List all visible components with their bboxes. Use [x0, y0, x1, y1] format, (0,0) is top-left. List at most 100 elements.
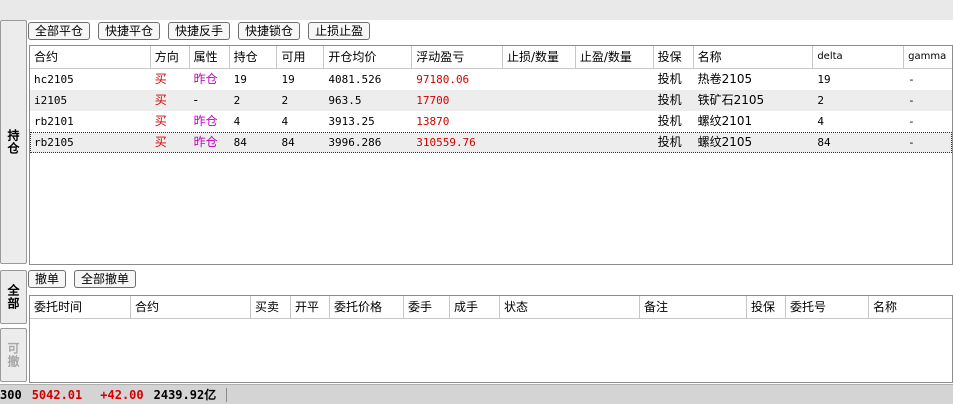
- cell-delta: 84: [817, 136, 831, 149]
- col-avg-price[interactable]: 开仓均价: [324, 46, 413, 68]
- table-row-selected[interactable]: rb2105 买 昨仓 84 84 3996.286 310559.76 投机 …: [30, 132, 952, 153]
- cell-name: 铁矿石2105: [697, 93, 765, 107]
- cell-stop-loss: [503, 90, 576, 111]
- order-table-header: 委托时间 合约 买卖 开平 委托价格 委手 成手 状态 备注 投保 委托号 名称: [30, 296, 952, 319]
- col-order-price[interactable]: 委托价格: [330, 296, 404, 318]
- cell-name: 螺纹2101: [697, 114, 753, 128]
- cell-contract: rb2105: [34, 136, 74, 149]
- cell-direction: 买: [154, 72, 167, 86]
- col-name[interactable]: 名称: [694, 46, 814, 68]
- col-order-lots[interactable]: 委手: [404, 296, 450, 318]
- tab-cancelable-orders[interactable]: 可撤: [0, 328, 27, 382]
- cell-delta: 2: [817, 94, 824, 107]
- cell-pnl: 17700: [416, 94, 450, 107]
- cell-gamma: -: [908, 115, 915, 128]
- col-name[interactable]: 名称: [869, 296, 952, 318]
- col-status[interactable]: 状态: [500, 296, 640, 318]
- cell-position: 4: [233, 115, 241, 128]
- cell-gamma: -: [908, 73, 915, 86]
- position-table-header: 合约 方向 属性 持仓 可用 开仓均价 浮动盈亏 止损/数量 止盈/数量 投保 …: [30, 46, 952, 69]
- col-contract[interactable]: 合约: [30, 46, 151, 68]
- cell-attr: 昨仓: [193, 135, 218, 149]
- col-hedge[interactable]: 投保: [747, 296, 786, 318]
- cell-hedge: 投机: [657, 72, 682, 86]
- cell-attr: -: [193, 93, 198, 107]
- col-position[interactable]: 持仓: [230, 46, 278, 68]
- col-filled-lots[interactable]: 成手: [450, 296, 500, 318]
- tab-positions[interactable]: 持仓: [0, 20, 27, 264]
- cell-available: 2: [281, 94, 289, 107]
- cell-delta: 19: [817, 73, 831, 86]
- cell-attr: 昨仓: [193, 72, 218, 86]
- trading-panel: 持仓 全部 可撤 全部平仓 快捷平仓 快捷反手 快捷锁仓 止损止盈 合约 方向 …: [0, 0, 953, 404]
- cell-gamma: -: [908, 136, 915, 149]
- col-contract[interactable]: 合约: [131, 296, 251, 318]
- index-price: 5042.01: [31, 387, 83, 402]
- col-attr[interactable]: 属性: [190, 46, 230, 68]
- cell-available: 19: [281, 73, 295, 86]
- cell-direction: 买: [154, 93, 167, 107]
- cell-position: 84: [233, 136, 247, 149]
- col-buy-sell[interactable]: 买卖: [251, 296, 291, 318]
- col-take-profit[interactable]: 止盈/数量: [576, 46, 654, 68]
- position-table: 合约 方向 属性 持仓 可用 开仓均价 浮动盈亏 止损/数量 止盈/数量 投保 …: [29, 45, 953, 265]
- cell-take-profit: [576, 90, 654, 111]
- cell-avg-price: 963.5: [328, 94, 362, 107]
- stop-loss-profit-button[interactable]: 止损止盈: [308, 22, 371, 40]
- cell-stop-loss: [503, 69, 576, 90]
- cell-take-profit: [576, 69, 654, 90]
- tab-all-orders[interactable]: 全部: [0, 270, 27, 324]
- quick-lock-button[interactable]: 快捷锁仓: [238, 22, 301, 40]
- quick-close-button[interactable]: 快捷平仓: [98, 22, 161, 40]
- col-remark[interactable]: 备注: [640, 296, 747, 318]
- cell-delta: 4: [817, 115, 824, 128]
- col-gamma[interactable]: gamma: [904, 46, 952, 68]
- cell-contract: rb2101: [34, 115, 74, 128]
- cell-hedge: 投机: [657, 135, 682, 149]
- col-delta[interactable]: delta: [813, 46, 905, 68]
- cell-name: 热卷2105: [697, 72, 753, 86]
- col-open-close[interactable]: 开平: [291, 296, 330, 318]
- table-row[interactable]: hc2105 买 昨仓 19 19 4081.526 97180.06 投机 热…: [30, 69, 952, 90]
- status-divider: [226, 387, 228, 402]
- col-stop-loss[interactable]: 止损/数量: [503, 46, 576, 68]
- col-hedge[interactable]: 投保: [654, 46, 694, 68]
- cancel-all-orders-button[interactable]: 全部撤单: [74, 270, 137, 288]
- status-bar: 300 5042.01 +42.00 2439.92亿: [0, 384, 953, 404]
- cell-take-profit: [576, 111, 654, 132]
- cell-hedge: 投机: [657, 93, 682, 107]
- top-strip: [0, 0, 953, 20]
- col-pnl[interactable]: 浮动盈亏: [412, 46, 503, 68]
- cell-position: 2: [233, 94, 241, 107]
- cell-direction: 买: [154, 114, 167, 128]
- cell-take-profit: [576, 132, 654, 153]
- index-code: 300: [0, 387, 22, 402]
- index-amount: 2439.92亿: [153, 388, 217, 402]
- cell-available: 84: [281, 136, 295, 149]
- cancel-order-button[interactable]: 撤单: [28, 270, 67, 288]
- order-table: 委托时间 合约 买卖 开平 委托价格 委手 成手 状态 备注 投保 委托号 名称: [29, 295, 953, 383]
- col-order-time[interactable]: 委托时间: [30, 296, 131, 318]
- cell-name: 螺纹2105: [697, 135, 753, 149]
- cell-attr: 昨仓: [193, 114, 218, 128]
- cell-stop-loss: [503, 111, 576, 132]
- cell-stop-loss: [503, 132, 576, 153]
- table-row[interactable]: rb2101 买 昨仓 4 4 3913.25 13870 投机 螺纹2101 …: [30, 111, 952, 132]
- quick-reverse-button[interactable]: 快捷反手: [168, 22, 231, 40]
- cell-contract: hc2105: [34, 73, 74, 86]
- cell-hedge: 投机: [657, 114, 682, 128]
- cell-avg-price: 3996.286: [328, 136, 382, 149]
- col-available[interactable]: 可用: [277, 46, 325, 68]
- col-order-id[interactable]: 委托号: [786, 296, 869, 318]
- cell-position: 19: [233, 73, 247, 86]
- cell-contract: i2105: [34, 94, 68, 107]
- cell-available: 4: [281, 115, 289, 128]
- cell-pnl: 13870: [416, 115, 450, 128]
- cell-gamma: -: [908, 94, 915, 107]
- cell-avg-price: 3913.25: [328, 115, 375, 128]
- table-row[interactable]: i2105 买 - 2 2 963.5 17700 投机 铁矿石2105 2 -: [30, 90, 952, 111]
- col-direction[interactable]: 方向: [151, 46, 190, 68]
- order-toolbar: 撤单 全部撤单: [28, 270, 137, 288]
- close-all-button[interactable]: 全部平仓: [28, 22, 91, 40]
- index-change: +42.00: [100, 387, 144, 402]
